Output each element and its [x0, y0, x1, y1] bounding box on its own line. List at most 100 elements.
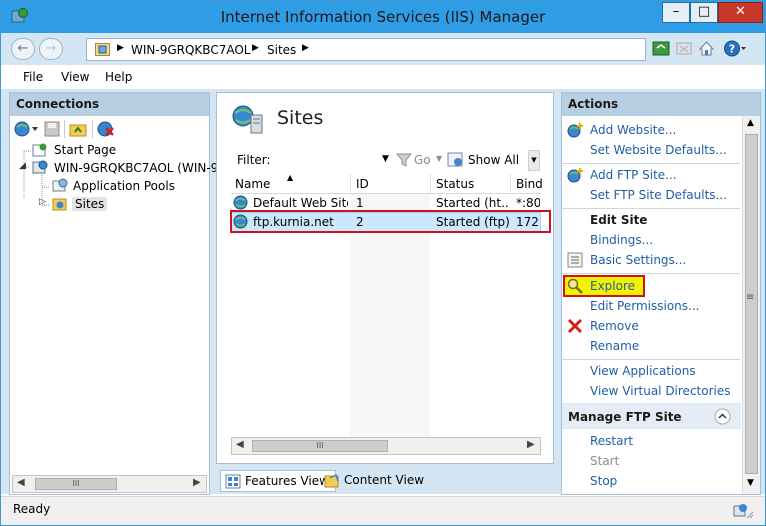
maximize-button[interactable]: □ [690, 2, 718, 23]
close-button[interactable]: ✕ [718, 2, 763, 23]
tree-application-pools[interactable]: Application Pools [73, 179, 175, 193]
filter-input[interactable] [271, 150, 393, 170]
connect-icon[interactable] [14, 121, 40, 137]
scroll-down-arrow-icon[interactable]: ▼ [747, 478, 754, 488]
breadcrumb-server[interactable]: WIN-9GRQKBC7AOL [131, 43, 250, 57]
column-binding-header[interactable]: Bind [516, 177, 543, 191]
column-status-header[interactable]: Status [436, 177, 474, 191]
back-button[interactable]: ← [11, 38, 35, 60]
refresh-icon[interactable] [652, 40, 670, 57]
tree-server[interactable]: WIN-9GRQKBC7AOL (WIN-9C [54, 161, 227, 175]
server-icon [95, 43, 110, 56]
home-icon[interactable] [698, 40, 715, 57]
set-website-defaults-link[interactable]: Set Website Defaults... [590, 143, 727, 157]
actions-vertical-scrollbar[interactable]: ▲ ≡ ▼ [742, 116, 760, 494]
save-icon[interactable] [44, 121, 60, 137]
menu-view[interactable]: View [61, 70, 89, 84]
iis-manager-window: Internet Information Services (IIS) Mana… [0, 0, 766, 526]
breadcrumb-separator: ▶ [117, 43, 124, 53]
site-status: Started (ht... [436, 196, 508, 210]
explore-link[interactable]: Explore [590, 279, 635, 293]
sites-horizontal-scrollbar[interactable]: ◀ III ▶ [231, 437, 541, 455]
sites-table-header: Name ▲ ID Status Bind [231, 173, 543, 194]
stop-loading-icon[interactable] [676, 40, 692, 57]
tree-start-page[interactable]: Start Page [54, 143, 116, 157]
scroll-left-arrow-icon[interactable]: ◀ [17, 477, 25, 488]
expand-collapse-icon[interactable]: ◢ [19, 161, 26, 171]
set-ftp-defaults-link[interactable]: Set FTP Site Defaults... [590, 188, 727, 202]
collapse-chevron-icon[interactable] [714, 408, 731, 425]
menu-file[interactable]: File [23, 70, 43, 84]
start-link[interactable]: Start [590, 454, 619, 468]
tab-features-view[interactable]: Features View [220, 470, 336, 492]
page-title: Sites [277, 107, 324, 129]
connections-horizontal-scrollbar[interactable]: ◀ III ▶ [12, 475, 207, 493]
sites-header-icon [232, 105, 263, 134]
connection-status-icon [733, 504, 754, 519]
scroll-right-arrow-icon[interactable]: ▶ [193, 477, 201, 488]
tab-content-view[interactable]: Content View [320, 470, 430, 492]
basic-settings-icon [567, 252, 583, 268]
status-text: Ready [13, 502, 51, 516]
menu-help[interactable]: Help [105, 70, 132, 84]
scroll-right-arrow-icon[interactable]: ▶ [527, 439, 535, 450]
basic-settings-link[interactable]: Basic Settings... [590, 253, 686, 267]
content-view-label: Content View [344, 473, 425, 487]
add-website-link[interactable]: Add Website... [590, 123, 676, 137]
go-button[interactable]: Go [414, 153, 431, 167]
server-node-icon [32, 160, 48, 174]
minimize-button[interactable]: – [662, 2, 690, 23]
breadcrumb-separator: ▶ [302, 43, 309, 53]
features-view-label: Features View [245, 474, 329, 488]
explore-icon [567, 278, 583, 294]
actions-panel: Actions Add Website... Set Website Defau… [561, 92, 761, 495]
rename-link[interactable]: Rename [590, 339, 639, 353]
content-view-icon [324, 473, 339, 488]
add-ftp-site-link[interactable]: Add FTP Site... [590, 168, 677, 182]
svg-text:?: ? [729, 43, 735, 56]
site-name: Default Web Site [253, 196, 348, 210]
scroll-thumb[interactable]: III [35, 478, 117, 490]
remove-x-icon [567, 318, 583, 334]
restart-link[interactable]: Restart [590, 434, 633, 448]
scroll-grip-icon: ≡ [746, 292, 755, 303]
add-website-icon [567, 123, 583, 138]
sort-ascending-icon: ▲ [287, 173, 294, 182]
view-virtual-directories-link[interactable]: View Virtual Directories [590, 384, 731, 398]
start-page-icon [32, 143, 47, 157]
site-binding: *:80 [516, 196, 540, 210]
scroll-up-arrow-icon[interactable]: ▲ [747, 118, 754, 128]
scroll-thumb[interactable] [745, 134, 758, 474]
manage-ftp-site-heading: Manage FTP Site [568, 410, 682, 424]
filter-dropdown-icon[interactable]: ▼ [382, 154, 389, 164]
show-all-button[interactable]: Show All [468, 153, 519, 167]
scroll-thumb[interactable]: III [252, 440, 388, 452]
status-bar: Ready [1, 496, 765, 525]
help-icon[interactable]: ? [723, 40, 747, 57]
stop-link[interactable]: Stop [590, 474, 617, 488]
filter-expand-icon[interactable]: ▼ [528, 150, 540, 171]
view-tabs: Features View Content View [216, 468, 554, 494]
navigation-bar: ← → ▶ WIN-9GRQKBC7AOL ▶ Sites ▶ ? [1, 33, 765, 65]
expand-arrow-icon[interactable]: ▷ [39, 197, 46, 207]
website-globe-icon [233, 195, 248, 210]
view-applications-link[interactable]: View Applications [590, 364, 696, 378]
go-dropdown-icon[interactable]: ▼ [436, 154, 442, 163]
edit-permissions-link[interactable]: Edit Permissions... [590, 299, 699, 313]
scroll-left-arrow-icon[interactable]: ◀ [236, 439, 244, 450]
remove-link[interactable]: Remove [590, 319, 639, 333]
tree-sites[interactable]: Sites [72, 197, 108, 211]
sites-folder-icon [52, 198, 67, 211]
forward-button[interactable]: → [39, 38, 63, 60]
window-title: Internet Information Services (IIS) Mana… [220, 8, 546, 26]
breadcrumb-sites[interactable]: Sites [267, 43, 296, 57]
disconnect-icon[interactable] [97, 121, 115, 137]
address-bar[interactable]: ▶ WIN-9GRQKBC7AOL ▶ Sites ▶ [86, 38, 646, 61]
add-ftp-site-icon [567, 168, 583, 183]
bindings-link[interactable]: Bindings... [590, 233, 653, 247]
column-id-header[interactable]: ID [356, 177, 369, 191]
menu-bar: File View Help [1, 65, 765, 89]
funnel-icon [396, 153, 412, 167]
column-name-header[interactable]: Name [235, 177, 270, 191]
up-folder-icon[interactable] [69, 121, 87, 137]
